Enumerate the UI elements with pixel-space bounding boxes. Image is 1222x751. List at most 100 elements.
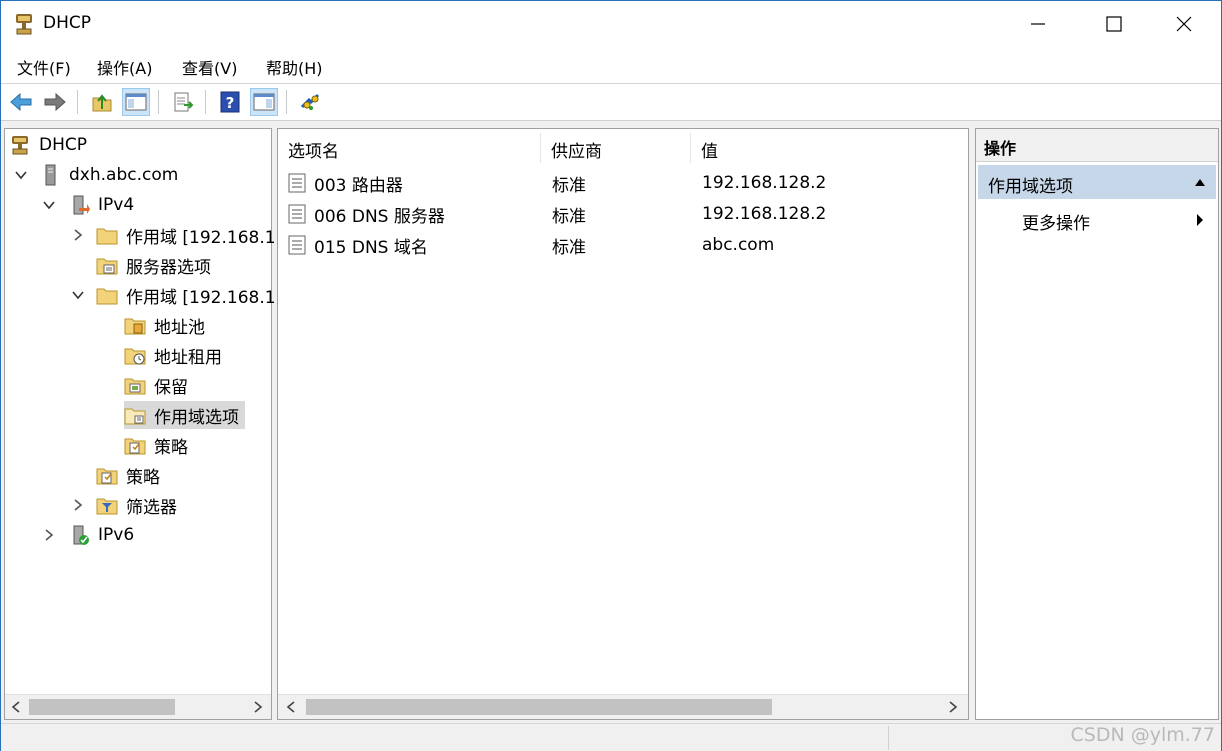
column-divider[interactable] — [540, 133, 541, 163]
actions-section-label: 作用域选项 — [988, 177, 1073, 197]
tree-label: 保留 — [154, 377, 188, 398]
table-row[interactable]: 006 DNS 服务器 标准 192.168.128.2 — [286, 200, 956, 228]
tree-item-reservations[interactable]: 保留 — [124, 371, 188, 399]
server-icon — [45, 164, 56, 186]
tree-item-scope-1[interactable]: 作用域 [192.168.1 — [96, 221, 276, 249]
tree-item-scope-policies[interactable]: 策略 — [124, 431, 188, 459]
tree-label: 作用域 [192.168.1 — [126, 287, 276, 308]
toolbar: ? — [1, 84, 1221, 121]
chevron-right-icon[interactable] — [42, 528, 56, 542]
forward-button[interactable] — [41, 88, 69, 116]
refresh-scope-icon — [300, 93, 320, 110]
close-button[interactable] — [1149, 1, 1219, 47]
forward-icon — [44, 92, 66, 112]
submenu-arrow-icon[interactable] — [1196, 213, 1204, 227]
column-header-vendor[interactable]: 供应商 — [551, 137, 602, 162]
chevron-down-icon[interactable] — [42, 198, 56, 212]
show-hide-action-pane-button[interactable] — [250, 88, 278, 116]
cell-value: abc.com — [702, 235, 775, 255]
back-button[interactable] — [7, 88, 35, 116]
help-button[interactable]: ? — [216, 88, 244, 116]
cell-option-name: 006 DNS 服务器 — [314, 206, 445, 227]
tree-item-address-pool[interactable]: 地址池 — [124, 311, 205, 339]
export-list-button[interactable] — [169, 88, 197, 116]
show-hide-tree-button[interactable] — [122, 88, 150, 116]
scroll-thumb[interactable] — [29, 699, 175, 715]
tree-label: 作用域 [192.168.1 — [126, 227, 276, 248]
more-actions-link[interactable]: 更多操作 — [1022, 209, 1090, 234]
tree-label: IPv6 — [98, 525, 135, 545]
back-icon — [10, 92, 32, 112]
tree-label: 筛选器 — [126, 497, 177, 518]
tree-item-ipv6[interactable]: IPv6 — [68, 521, 134, 549]
policy-icon — [96, 468, 118, 485]
up-one-level-button[interactable] — [88, 88, 116, 116]
activate-scope-button[interactable] — [297, 88, 325, 116]
tree-item-server-options[interactable]: 服务器选项 — [96, 251, 211, 279]
scroll-right-icon[interactable] — [247, 695, 269, 719]
toolbar-separator — [205, 90, 206, 114]
scroll-left-icon[interactable] — [5, 695, 27, 719]
tree-item-ipv4[interactable]: IPv4 — [68, 191, 134, 219]
export-icon — [174, 92, 194, 112]
option-icon — [288, 173, 306, 193]
scroll-left-icon[interactable] — [280, 695, 302, 719]
column-header-value[interactable]: 值 — [701, 137, 718, 162]
cell-option-name: 003 路由器 — [314, 175, 403, 196]
option-icon — [288, 235, 306, 255]
tree-item-scope-options[interactable]: 作用域选项 — [124, 401, 245, 429]
address-pool-icon — [124, 318, 146, 335]
tree-item-address-leases[interactable]: 地址租用 — [124, 341, 222, 369]
tree-item-server[interactable]: dxh.abc.com — [39, 161, 178, 189]
tree-item-policies[interactable]: 策略 — [96, 461, 160, 489]
tree-item-dhcp-root[interactable]: DHCP — [9, 131, 87, 159]
table-row[interactable]: 015 DNS 域名 标准 abc.com — [286, 231, 956, 259]
mmc-window: DHCP 文件(F) 操作(A) 查看(V) 帮助(H) ? DHCP dxh.… — [0, 0, 1222, 751]
address-leases-icon — [124, 348, 146, 365]
table-row[interactable]: 003 路由器 标准 192.168.128.2 — [286, 169, 956, 197]
list-horizontal-scrollbar[interactable] — [278, 694, 968, 719]
tree-label: 作用域选项 — [154, 407, 239, 428]
window-title: DHCP — [43, 13, 91, 33]
collapse-up-icon[interactable] — [1194, 177, 1206, 187]
menu-bar: 文件(F) 操作(A) 查看(V) 帮助(H) — [1, 47, 1221, 84]
chevron-down-icon[interactable] — [14, 168, 28, 182]
tree-label: 策略 — [126, 467, 160, 488]
ipv6-icon — [73, 525, 89, 545]
dhcp-icon — [12, 136, 28, 155]
menu-help[interactable]: 帮助(H) — [266, 55, 323, 79]
tree-label: 服务器选项 — [126, 257, 211, 278]
results-list-pane[interactable]: 选项名 供应商 值 003 路由器 标准 192.168.128.2 006 D… — [277, 128, 969, 720]
tree-label: 地址池 — [154, 317, 205, 338]
menu-view[interactable]: 查看(V) — [182, 55, 237, 79]
watermark: CSDN @ylm.77 — [1070, 724, 1215, 746]
chevron-right-icon[interactable] — [71, 498, 85, 512]
tree-label: IPv4 — [98, 195, 135, 215]
tree-horizontal-scrollbar[interactable] — [5, 694, 271, 719]
menu-file[interactable]: 文件(F) — [17, 55, 71, 79]
cell-value: 192.168.128.2 — [702, 173, 827, 193]
column-divider[interactable] — [690, 133, 691, 163]
actions-header-label: 操作 — [984, 139, 1017, 158]
chevron-right-icon[interactable] — [71, 228, 85, 242]
actions-section-scope-options[interactable]: 作用域选项 — [978, 165, 1216, 199]
tree-item-scope-2[interactable]: 作用域 [192.168.1 — [96, 281, 276, 309]
maximize-button[interactable] — [1079, 1, 1149, 47]
scroll-right-icon[interactable] — [942, 695, 964, 719]
maximize-icon — [1106, 16, 1122, 32]
console-tree-pane[interactable]: DHCP dxh.abc.com IPv4 作用域 [192.168.1 服务器… — [4, 128, 276, 720]
status-bar: CSDN @ylm.77 — [1, 723, 1221, 751]
folder-icon — [96, 228, 118, 245]
minimize-button[interactable] — [1003, 1, 1073, 47]
title-bar[interactable]: DHCP — [1, 1, 1221, 47]
scroll-thumb[interactable] — [306, 699, 772, 715]
help-icon: ? — [220, 91, 240, 113]
dhcp-app-icon — [16, 14, 32, 35]
up-icon — [92, 94, 112, 112]
menu-action[interactable]: 操作(A) — [97, 55, 152, 79]
chevron-down-icon[interactable] — [71, 288, 85, 302]
cell-value: 192.168.128.2 — [702, 204, 827, 224]
filter-icon — [96, 498, 118, 515]
tree-item-filters[interactable]: 筛选器 — [96, 491, 177, 519]
column-header-option-name[interactable]: 选项名 — [288, 137, 339, 162]
